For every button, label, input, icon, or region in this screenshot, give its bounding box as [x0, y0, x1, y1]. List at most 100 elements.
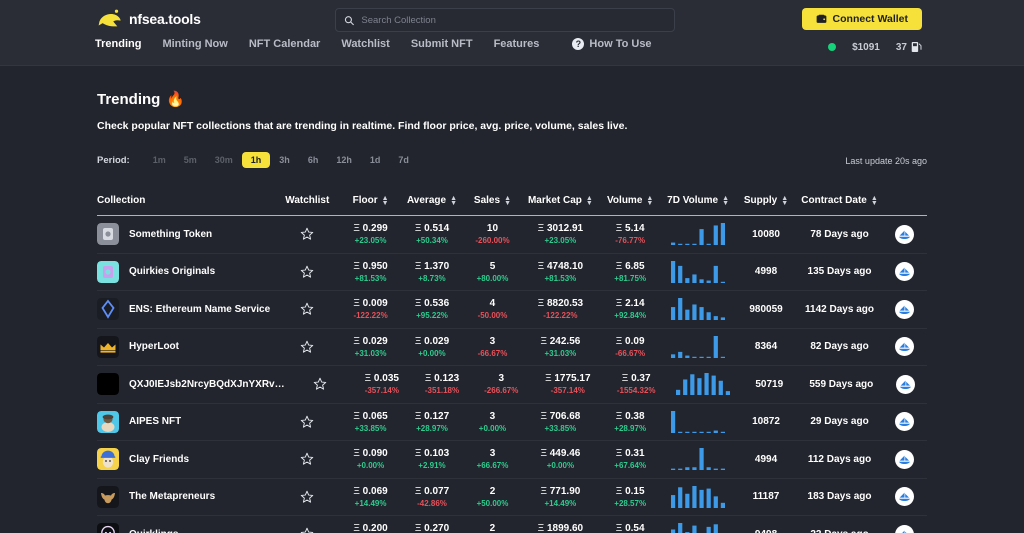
table-row[interactable]: QXJ0IEJsb2NrcyBQdXJnYXRvcnk= Ξ 0.035 -35… [97, 366, 927, 404]
connect-wallet-button[interactable]: Connect Wallet [802, 8, 922, 30]
opensea-link-button[interactable] [895, 337, 914, 356]
column-header-contract-date[interactable]: Contract Date ▲▼ [797, 195, 883, 206]
brand-logo[interactable]: nfsea.tools [97, 8, 201, 30]
nav-item-minting-now[interactable]: Minting Now [162, 38, 248, 50]
supply-value: 50719 [755, 379, 783, 390]
table-row[interactable]: Something Token Ξ 0.299 +23.05% Ξ 0.514 … [97, 216, 927, 254]
watchlist-star-button[interactable] [300, 265, 314, 279]
sort-arrows-icon: ▲▼ [504, 196, 511, 206]
table-row[interactable]: The Metapreneurs Ξ 0.069 +14.49% Ξ 0.077… [97, 479, 927, 517]
contract-date-cell: 29 Days ago [797, 416, 883, 427]
7d-volume-cell [661, 261, 735, 283]
table-row[interactable]: AIPES NFT Ξ 0.065 +33.85% Ξ 0.127 +28.97… [97, 404, 927, 442]
period-option-12h[interactable]: 12h [327, 152, 361, 168]
collection-cell[interactable]: QXJ0IEJsb2NrcyBQdXJnYXRvcnk= [97, 373, 287, 395]
top-header-bar: nfsea.tools Trending Minting Now NFT Cal… [0, 0, 1024, 66]
watchlist-star-button[interactable] [300, 452, 314, 466]
opensea-link-cell [883, 375, 927, 394]
collection-name: Clay Friends [129, 454, 189, 465]
table-row[interactable]: Quirkies Originals Ξ 0.950 +81.53% Ξ 1.3… [97, 254, 927, 292]
average-cell: Ξ 0.077 -42.86% [400, 486, 463, 508]
watchlist-star-button[interactable] [300, 227, 314, 241]
collection-cell[interactable]: Something Token [97, 223, 274, 245]
column-header-market-cap[interactable]: Market Cap ▲▼ [521, 195, 599, 206]
opensea-link-button[interactable] [896, 375, 915, 394]
volume-cell: Ξ 6.85 +81.75% [599, 261, 660, 283]
average-cell-value: Ξ 0.103 [415, 448, 449, 459]
market-cap-cell-value: Ξ 449.46 [540, 448, 580, 459]
opensea-link-button[interactable] [895, 525, 914, 533]
period-option-7d[interactable]: 7d [389, 152, 418, 168]
market-cap-cell-value: Ξ 706.68 [540, 411, 580, 422]
collection-cell[interactable]: Quirkies Originals [97, 261, 274, 283]
nav-item-submit-nft[interactable]: Submit NFT [411, 38, 494, 50]
last-update-label: Last update 20s ago [845, 156, 927, 166]
sales-cell-value: 4 [490, 298, 496, 309]
nav-item-trending[interactable]: Trending [95, 38, 162, 50]
column-header-7d-volume[interactable]: 7D Volume ▲▼ [661, 195, 735, 206]
floor-cell: Ξ 0.069 +14.49% [341, 486, 401, 508]
contract-date-value: 29 Days ago [810, 416, 868, 427]
period-option-3h[interactable]: 3h [270, 152, 299, 168]
collection-cell[interactable]: The Metapreneurs [97, 486, 274, 508]
sales-cell-value: 3 [490, 336, 496, 347]
nav-item-features[interactable]: Features [494, 38, 561, 50]
watchlist-star-button[interactable] [300, 490, 314, 504]
watchlist-star-button[interactable] [300, 415, 314, 429]
table-row[interactable]: Quirklings Ξ 0.200 -35.00% Ξ 0.270 +0.00… [97, 516, 927, 533]
period-option-6h[interactable]: 6h [299, 152, 328, 168]
opensea-link-button[interactable] [895, 300, 914, 319]
table-row[interactable]: HyperLoot Ξ 0.029 +31.03% Ξ 0.029 +0.00% [97, 329, 927, 367]
nav-item-how-to-use[interactable]: ? How To Use [572, 38, 651, 50]
search-input[interactable] [361, 15, 666, 26]
table-row[interactable]: Clay Friends Ξ 0.090 +0.00% Ξ 0.103 +2.9… [97, 441, 927, 479]
period-option-1h[interactable]: 1h [242, 152, 271, 168]
opensea-link-cell [882, 300, 927, 319]
collection-cell[interactable]: ENS: Ethereum Name Service [97, 298, 274, 320]
star-outline-icon [300, 302, 314, 316]
table-row[interactable]: ENS: Ethereum Name Service Ξ 0.009 -122.… [97, 291, 927, 329]
volume-cell-value: Ξ 0.09 [616, 336, 645, 347]
page-title-text: Trending [97, 91, 160, 108]
contract-date-cell: 82 Days ago [797, 341, 883, 352]
column-header-sales[interactable]: Sales ▲▼ [464, 195, 522, 206]
opensea-link-button[interactable] [895, 412, 914, 431]
watchlist-star-button[interactable] [313, 377, 327, 391]
period-option-1d[interactable]: 1d [361, 152, 390, 168]
nav-item-watchlist[interactable]: Watchlist [341, 38, 411, 50]
column-header-floor[interactable]: Floor ▲▼ [341, 195, 401, 206]
star-outline-icon [300, 490, 314, 504]
period-option-30m[interactable]: 30m [206, 152, 242, 168]
collection-cell[interactable]: AIPES NFT [97, 411, 274, 433]
opensea-link-button[interactable] [895, 262, 914, 281]
opensea-link-button[interactable] [895, 225, 914, 244]
watchlist-star-button[interactable] [300, 340, 314, 354]
collection-avatar [97, 336, 119, 358]
sales-cell-change: +0.00% [479, 424, 506, 433]
contract-date-cell: 78 Days ago [797, 229, 883, 240]
contract-date-value: 183 Days ago [808, 491, 872, 502]
contract-date-cell: 183 Days ago [797, 491, 883, 502]
contract-date-value: 82 Days ago [810, 341, 868, 352]
watchlist-star-button[interactable] [300, 527, 314, 533]
collection-cell[interactable]: HyperLoot [97, 336, 274, 358]
collection-cell[interactable]: Quirklings [97, 523, 274, 533]
contract-date-cell: 135 Days ago [797, 266, 883, 277]
table-body: Something Token Ξ 0.299 +23.05% Ξ 0.514 … [97, 216, 927, 533]
watchlist-cell [274, 490, 341, 504]
watchlist-cell [274, 527, 341, 533]
nav-item-nft-calendar[interactable]: NFT Calendar [249, 38, 342, 50]
column-header-volume[interactable]: Volume ▲▼ [599, 195, 660, 206]
watchlist-star-button[interactable] [300, 302, 314, 316]
market-cap-cell-value: Ξ 771.90 [540, 486, 580, 497]
opensea-link-button[interactable] [895, 487, 914, 506]
collection-cell[interactable]: Clay Friends [97, 448, 274, 470]
market-cap-cell-change: +14.49% [544, 499, 576, 508]
column-header-average[interactable]: Average ▲▼ [400, 195, 463, 206]
column-header-supply[interactable]: Supply ▲▼ [735, 195, 796, 206]
market-cap-cell-change: +31.03% [544, 349, 576, 358]
search-bar[interactable] [335, 8, 675, 32]
opensea-link-button[interactable] [895, 450, 914, 469]
period-option-1m[interactable]: 1m [144, 152, 175, 168]
period-option-5m[interactable]: 5m [175, 152, 206, 168]
